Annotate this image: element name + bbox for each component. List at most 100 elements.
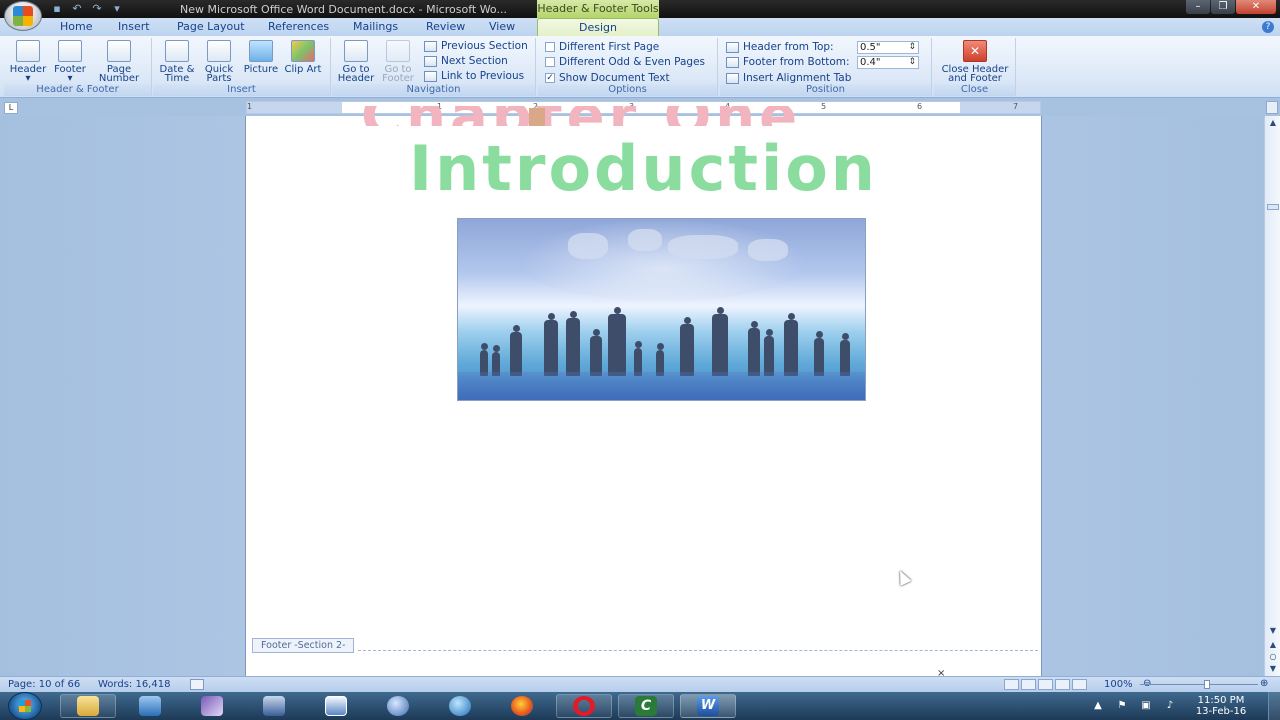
tab-selector[interactable]: L bbox=[4, 102, 18, 114]
ruler-number: 7 bbox=[1013, 102, 1019, 111]
zoom-in-icon[interactable]: ⊕ bbox=[1260, 678, 1268, 689]
go-to-footer-button[interactable]: Go to Footer bbox=[378, 40, 418, 84]
taskbar-firefox[interactable] bbox=[494, 694, 550, 718]
help-icon[interactable]: ? bbox=[1262, 21, 1274, 33]
taskbar-word[interactable]: W bbox=[680, 694, 736, 718]
zoom-knob[interactable] bbox=[1204, 680, 1210, 689]
taskbar-app-3[interactable] bbox=[184, 694, 240, 718]
business-people-picture[interactable] bbox=[457, 218, 866, 401]
footer-from-bottom-input[interactable]: 0.4" bbox=[857, 56, 919, 69]
ghost-heading: Chapter One bbox=[361, 106, 931, 126]
view-ruler-button[interactable] bbox=[1266, 101, 1278, 114]
scroll-up-icon[interactable]: ▲ bbox=[1268, 118, 1278, 127]
taskbar-app-7[interactable] bbox=[432, 694, 488, 718]
print-layout-icon[interactable] bbox=[1004, 679, 1019, 690]
calendar-icon bbox=[165, 40, 189, 62]
scroll-down-icon[interactable]: ▼ bbox=[1268, 626, 1278, 635]
zoom-slider[interactable] bbox=[1140, 684, 1258, 685]
go-to-header-button[interactable]: Go to Header bbox=[336, 40, 376, 84]
show-document-text-checkbox[interactable]: ✓ Show Document Text bbox=[545, 72, 670, 84]
taskbar-app-2[interactable] bbox=[122, 694, 178, 718]
outline-icon[interactable] bbox=[1055, 679, 1070, 690]
zoom-level[interactable]: 100% bbox=[1104, 679, 1133, 690]
scroll-thumb[interactable] bbox=[1267, 204, 1279, 210]
header-from-top-input[interactable]: 0.5" bbox=[857, 41, 919, 54]
show-desktop-button[interactable] bbox=[1268, 692, 1280, 720]
quick-access-toolbar: ▪ ↶ ↷ ▾ bbox=[50, 2, 124, 15]
previous-section-button[interactable]: Previous Section bbox=[424, 40, 528, 52]
taskbar-app-4[interactable] bbox=[246, 694, 302, 718]
tab-home[interactable]: Home bbox=[60, 20, 92, 33]
alignment-tab-icon bbox=[726, 72, 739, 84]
start-button[interactable] bbox=[8, 692, 42, 720]
camtasia-icon: C bbox=[635, 696, 657, 716]
picture-icon bbox=[249, 40, 273, 62]
next-page-icon[interactable]: ▼ bbox=[1268, 664, 1278, 673]
quick-parts-button[interactable]: Quick Parts bbox=[199, 40, 239, 84]
tab-references[interactable]: References bbox=[268, 20, 329, 33]
redo-icon[interactable]: ↷ bbox=[90, 2, 104, 15]
footer-position-icon bbox=[726, 56, 739, 68]
taskbar-opera[interactable] bbox=[556, 694, 612, 718]
page-count[interactable]: Page: 10 of 66 bbox=[8, 679, 80, 690]
clip-art-button[interactable]: Clip Art bbox=[283, 40, 323, 75]
volume-icon[interactable]: ♪ bbox=[1164, 700, 1176, 712]
different-first-page-checkbox[interactable]: Different First Page bbox=[545, 41, 659, 53]
tab-insert[interactable]: Insert bbox=[118, 20, 150, 33]
date-time-button[interactable]: Date & Time bbox=[157, 40, 197, 84]
footer-from-bottom-row: Footer from Bottom: bbox=[726, 56, 850, 68]
document-page[interactable]: Chapter One Introduction Footer -Section… bbox=[246, 106, 1041, 679]
tab-view[interactable]: View bbox=[489, 20, 515, 33]
group-close: ✕ Close Header and Footer Close bbox=[934, 38, 1016, 96]
group-header-footer: Header ▾ Footer ▾ Page Number Header & Foo… bbox=[4, 38, 152, 96]
taskbar: C W ▲ ⚑ ▣ ♪ 11:50 PM 13-Feb-16 bbox=[0, 692, 1280, 720]
web-layout-icon[interactable] bbox=[1038, 679, 1053, 690]
close-icon[interactable]: ✕ bbox=[1236, 0, 1276, 14]
tab-mailings[interactable]: Mailings bbox=[353, 20, 398, 33]
footer-button[interactable]: Footer ▾ bbox=[50, 40, 90, 84]
tab-review[interactable]: Review bbox=[426, 20, 465, 33]
taskbar-app-5[interactable] bbox=[308, 694, 364, 718]
clip-art-icon bbox=[291, 40, 315, 62]
proofing-icon[interactable] bbox=[190, 679, 204, 690]
grid-app-icon bbox=[325, 696, 347, 716]
taskbar-app-6[interactable] bbox=[370, 694, 426, 718]
network-tray-icon[interactable]: ▣ bbox=[1140, 700, 1152, 712]
save-icon[interactable]: ▪ bbox=[50, 2, 64, 15]
visual-studio-icon bbox=[201, 696, 223, 716]
header-footer-tools-label: Header & Footer Tools bbox=[537, 0, 659, 18]
office-button[interactable] bbox=[4, 1, 42, 31]
previous-page-icon[interactable]: ▲ bbox=[1268, 640, 1278, 649]
undo-icon[interactable]: ↶ bbox=[70, 2, 84, 15]
tray-expand-icon[interactable]: ▲ bbox=[1092, 700, 1104, 712]
header-button[interactable]: Header ▾ bbox=[8, 40, 48, 84]
picture-button[interactable]: Picture bbox=[241, 40, 281, 75]
link-to-previous-button[interactable]: Link to Previous bbox=[424, 70, 524, 82]
insert-alignment-tab-button[interactable]: Insert Alignment Tab bbox=[726, 72, 851, 84]
action-center-icon[interactable]: ⚑ bbox=[1116, 700, 1128, 712]
close-header-footer-button[interactable]: ✕ Close Header and Footer bbox=[936, 40, 1014, 84]
go-to-header-icon bbox=[344, 40, 368, 62]
restore-icon[interactable]: ❐ bbox=[1211, 0, 1235, 14]
view-buttons bbox=[1004, 679, 1087, 690]
tab-page-layout[interactable]: Page Layout bbox=[177, 20, 245, 33]
draft-icon[interactable] bbox=[1072, 679, 1087, 690]
full-screen-reading-icon[interactable] bbox=[1021, 679, 1036, 690]
taskbar-camtasia[interactable]: C bbox=[618, 694, 674, 718]
clock-date: 13-Feb-16 bbox=[1195, 706, 1247, 717]
clock[interactable]: 11:50 PM 13-Feb-16 bbox=[1186, 695, 1256, 717]
customize-qat-icon[interactable]: ▾ bbox=[110, 2, 124, 15]
different-odd-even-checkbox[interactable]: Different Odd & Even Pages bbox=[545, 56, 705, 68]
vertical-scrollbar[interactable]: ▲ ▼ ▲ ○ ▼ bbox=[1264, 116, 1280, 676]
select-browse-object-icon[interactable]: ○ bbox=[1268, 652, 1278, 661]
page-number-button[interactable]: Page Number bbox=[94, 40, 144, 84]
word-icon: W bbox=[697, 696, 719, 716]
minimize-icon[interactable]: – bbox=[1186, 0, 1210, 14]
folder-icon bbox=[77, 696, 99, 716]
previous-section-icon bbox=[424, 40, 437, 52]
checkbox-unchecked-icon bbox=[545, 57, 555, 67]
tab-design[interactable]: Design bbox=[537, 18, 659, 36]
word-count[interactable]: Words: 16,418 bbox=[98, 679, 170, 690]
taskbar-explorer[interactable] bbox=[60, 694, 116, 718]
next-section-button[interactable]: Next Section bbox=[424, 55, 508, 67]
